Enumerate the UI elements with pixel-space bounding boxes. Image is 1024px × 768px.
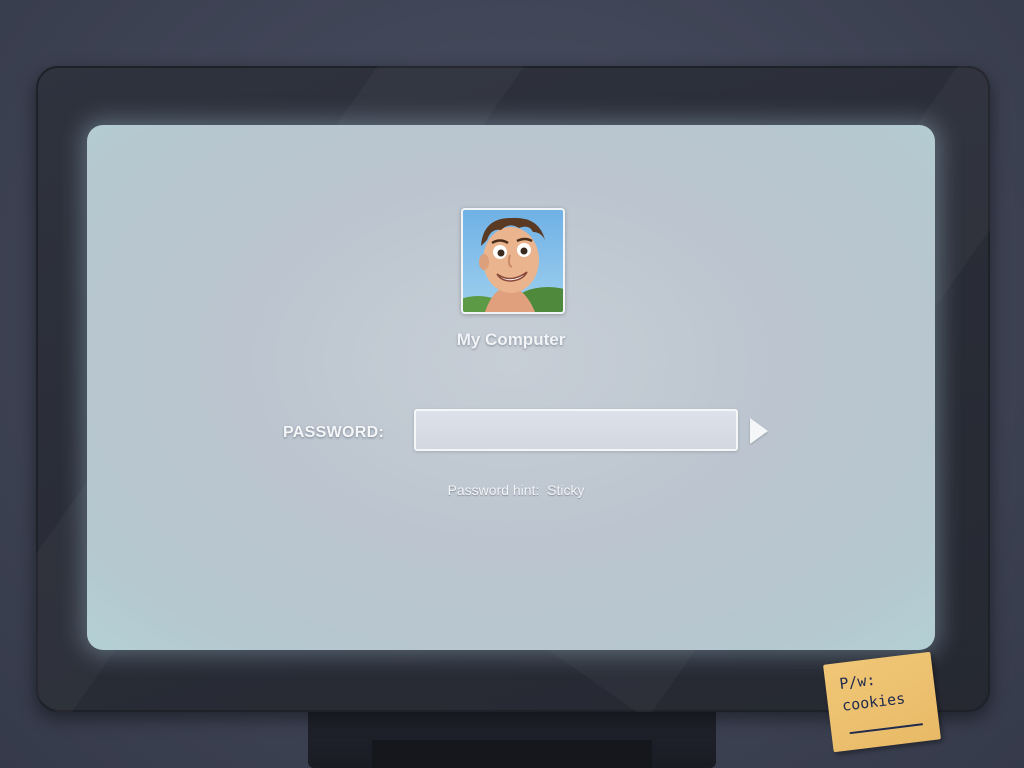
submit-arrow-icon[interactable] [750, 418, 768, 444]
monitor-stand-neck [372, 740, 652, 768]
sticky-note: P/w: cookies [823, 651, 941, 753]
password-hint: Password hint: Sticky [87, 482, 935, 498]
user-avatar[interactable] [461, 208, 565, 314]
password-input[interactable] [414, 409, 738, 451]
computer-name: My Computer [456, 330, 566, 349]
sticky-note-line1: P/w: [838, 670, 877, 693]
sticky-note-text: P/w: cookies [838, 663, 929, 717]
login-screen: My Computer PASSWORD: Password hint: Sti… [87, 125, 935, 650]
password-label: PASSWORD: [283, 424, 385, 441]
sticky-note-underline [849, 723, 924, 735]
avatar-portrait-icon [463, 210, 563, 312]
sticky-note-line2: cookies [841, 689, 907, 715]
password-hint-value: Sticky [547, 482, 585, 498]
password-hint-label: Password hint: [447, 482, 540, 498]
